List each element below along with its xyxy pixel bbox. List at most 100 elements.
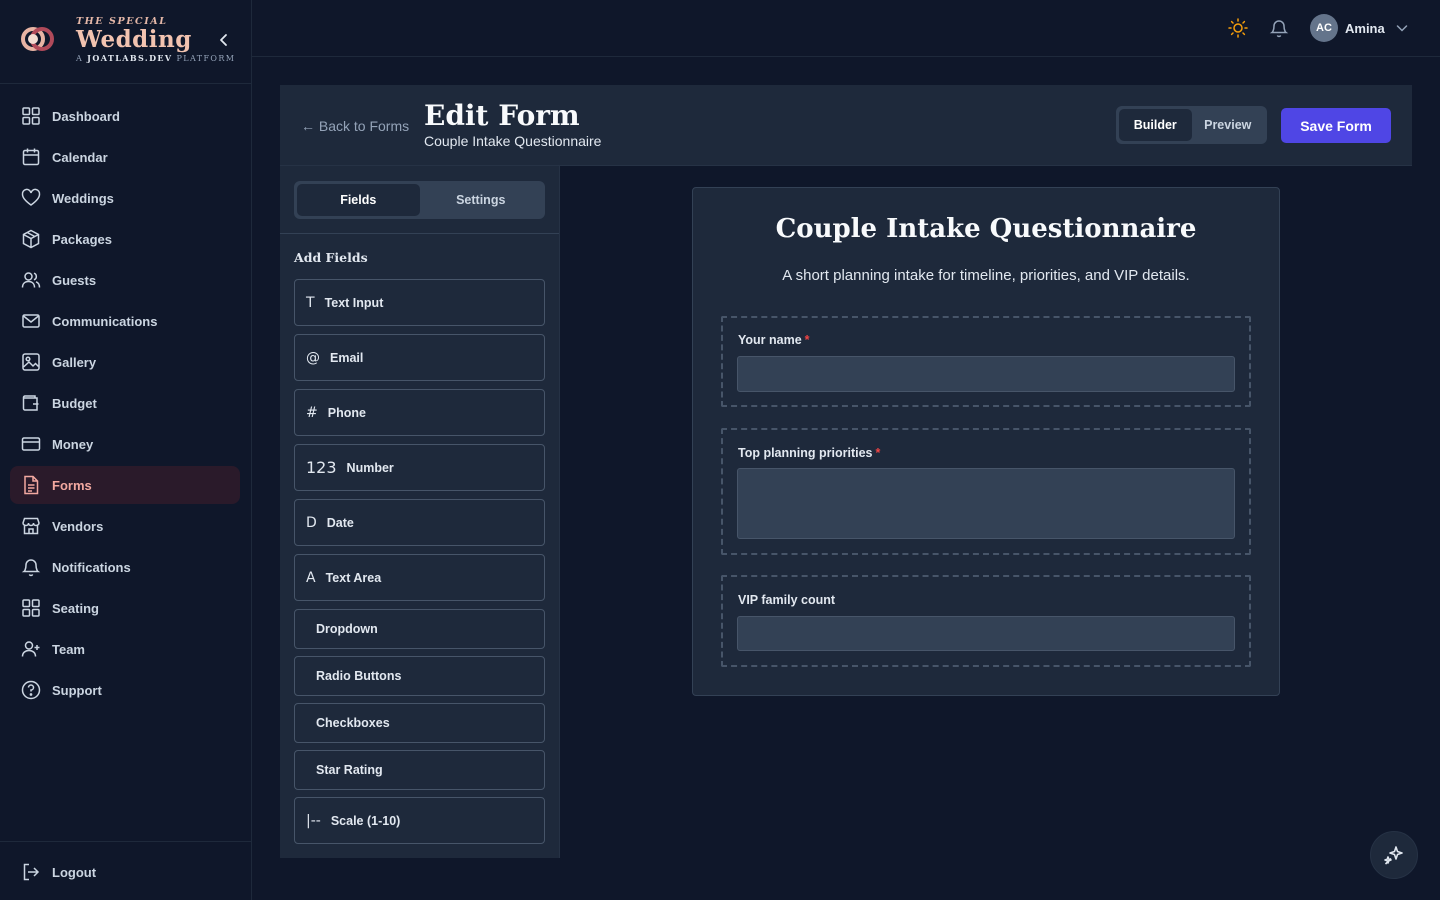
- page-title: Edit Form: [424, 99, 580, 132]
- sidebar-item-calendar[interactable]: Calendar: [10, 138, 240, 176]
- sidebar-item-support[interactable]: Support: [10, 671, 240, 709]
- logout-icon: [23, 863, 40, 881]
- sidebar-item-label: Packages: [52, 231, 112, 247]
- file-text-icon: [24, 475, 39, 495]
- tab-builder[interactable]: Builder: [1119, 109, 1192, 141]
- sidebar-item-budget[interactable]: Budget: [10, 384, 240, 422]
- sidebar: THE SPECIAL Wedding A JOATLABS.DEV PLATF…: [0, 0, 252, 900]
- form-editor-header: ← Back to Forms Edit Form Couple Intake …: [280, 85, 1412, 166]
- sidebar-item-communications[interactable]: Communications: [10, 302, 240, 340]
- users-icon: [21, 272, 41, 288]
- field-label-text: Your name: [738, 333, 802, 347]
- add-radio-buttons-button[interactable]: Radio Buttons: [294, 656, 545, 696]
- sidebar-item-label: Gallery: [52, 354, 97, 370]
- add-text-area-button[interactable]: A Text Area: [294, 554, 545, 601]
- ai-assistant-button[interactable]: [1370, 831, 1418, 879]
- page-subtitle: Couple Intake Questionnaire: [424, 133, 602, 149]
- field-label: VIP family count: [738, 593, 835, 607]
- field-label-text: Top planning priorities: [738, 446, 873, 460]
- form-field-block[interactable]: Your name *: [721, 316, 1251, 407]
- sidebar-item-notifications[interactable]: Notifications: [10, 548, 240, 586]
- image-icon: [22, 353, 40, 371]
- field-type-label: Dropdown: [316, 622, 378, 636]
- sidebar-item-vendors[interactable]: Vendors: [10, 507, 240, 545]
- mode-toggle: Builder Preview: [1116, 106, 1267, 144]
- form-canvas: Couple Intake Questionnaire A short plan…: [692, 187, 1280, 696]
- sidebar-item-label: Weddings: [52, 190, 114, 206]
- sidebar-item-label: Seating: [52, 600, 99, 616]
- help-circle-icon: [21, 680, 41, 700]
- number-icon: 123: [306, 458, 337, 477]
- back-to-forms-link[interactable]: ← Back to Forms: [301, 118, 409, 134]
- field-type-label: Star Rating: [316, 763, 383, 777]
- add-phone-button[interactable]: # Phone: [294, 389, 545, 436]
- your-name-input[interactable]: [737, 356, 1235, 392]
- add-text-input-button[interactable]: T Text Input: [294, 279, 545, 326]
- add-date-button[interactable]: D Date: [294, 499, 545, 546]
- required-asterisk: *: [804, 333, 810, 347]
- sun-icon[interactable]: [1228, 18, 1248, 38]
- field-type-label: Date: [326, 515, 354, 530]
- chevron-down-icon: [1396, 25, 1407, 32]
- sidebar-footer: Logout: [0, 841, 252, 881]
- add-star-rating-button[interactable]: Star Rating: [294, 750, 545, 790]
- add-checkboxes-button[interactable]: Checkboxes: [294, 703, 545, 743]
- brand-sub-suffix: PLATFORM: [176, 54, 236, 63]
- brand-sub-prefix: A: [76, 54, 84, 63]
- sidebar-item-seating[interactable]: Seating: [10, 589, 240, 627]
- tab-settings[interactable]: Settings: [420, 184, 543, 216]
- sidebar-item-dashboard[interactable]: Dashboard: [10, 97, 240, 135]
- logout-button[interactable]: Logout: [10, 853, 240, 891]
- form-description: A short planning intake for timeline, pr…: [782, 267, 1190, 284]
- add-dropdown-button[interactable]: Dropdown: [294, 609, 545, 649]
- date-icon: D: [306, 514, 317, 531]
- sidebar-item-label: Team: [52, 641, 85, 657]
- panel-divider: [280, 233, 559, 234]
- sidebar-item-label: Guests: [52, 272, 97, 288]
- sidebar-item-gallery[interactable]: Gallery: [10, 343, 240, 381]
- required-asterisk: *: [875, 446, 881, 460]
- calendar-icon: [22, 148, 40, 166]
- planning-priorities-textarea[interactable]: [737, 468, 1235, 539]
- user-menu[interactable]: AC Amina: [1310, 14, 1409, 42]
- chevron-left-icon[interactable]: [216, 32, 232, 48]
- brand-name: Wedding: [76, 26, 192, 53]
- rings-logo-icon: [21, 27, 54, 51]
- form-field-block[interactable]: Top planning priorities *: [721, 428, 1251, 555]
- save-form-button[interactable]: Save Form: [1281, 108, 1391, 143]
- field-label: Top planning priorities *: [738, 446, 880, 460]
- sidebar-item-label: Dashboard: [52, 108, 120, 124]
- sidebar-item-label: Vendors: [52, 518, 104, 534]
- bell-icon: [21, 559, 41, 577]
- add-number-button[interactable]: 123 Number: [294, 444, 545, 491]
- sidebar-item-guests[interactable]: Guests: [10, 261, 240, 299]
- field-type-list: T Text Input @ Email # Phone 123 Number …: [294, 279, 545, 852]
- tab-preview[interactable]: Preview: [1192, 109, 1265, 141]
- add-scale-button[interactable]: |-- Scale (1-10): [294, 797, 545, 844]
- field-type-label: Phone: [327, 405, 366, 420]
- sidebar-item-money[interactable]: Money: [10, 425, 240, 463]
- sidebar-item-packages[interactable]: Packages: [10, 220, 240, 258]
- wallet-icon: [22, 395, 39, 411]
- field-type-label: Email: [330, 350, 364, 365]
- vip-family-count-input[interactable]: [737, 616, 1235, 651]
- at-sign-icon: @: [306, 349, 320, 366]
- tab-fields[interactable]: Fields: [297, 184, 420, 216]
- user-name: Amina: [1345, 20, 1385, 36]
- scale-icon: |--: [306, 812, 321, 829]
- field-type-label: Radio Buttons: [316, 669, 402, 683]
- sidebar-item-weddings[interactable]: Weddings: [10, 179, 240, 217]
- bell-icon[interactable]: [1269, 18, 1289, 38]
- field-type-label: Number: [346, 460, 394, 475]
- form-field-block[interactable]: VIP family count: [721, 575, 1251, 667]
- add-email-button[interactable]: @ Email: [294, 334, 545, 381]
- sidebar-item-label: Money: [52, 436, 94, 452]
- panel-tabs: Fields Settings: [294, 181, 545, 219]
- sidebar-item-team[interactable]: Team: [10, 630, 240, 668]
- sidebar-item-label: Calendar: [52, 149, 108, 165]
- sidebar-item-forms[interactable]: Forms: [10, 466, 240, 504]
- grid-icon: [22, 599, 40, 617]
- fields-panel: Fields Settings Add Fields T Text Input …: [280, 166, 560, 858]
- store-icon: [22, 517, 40, 535]
- grid-icon: [22, 107, 40, 125]
